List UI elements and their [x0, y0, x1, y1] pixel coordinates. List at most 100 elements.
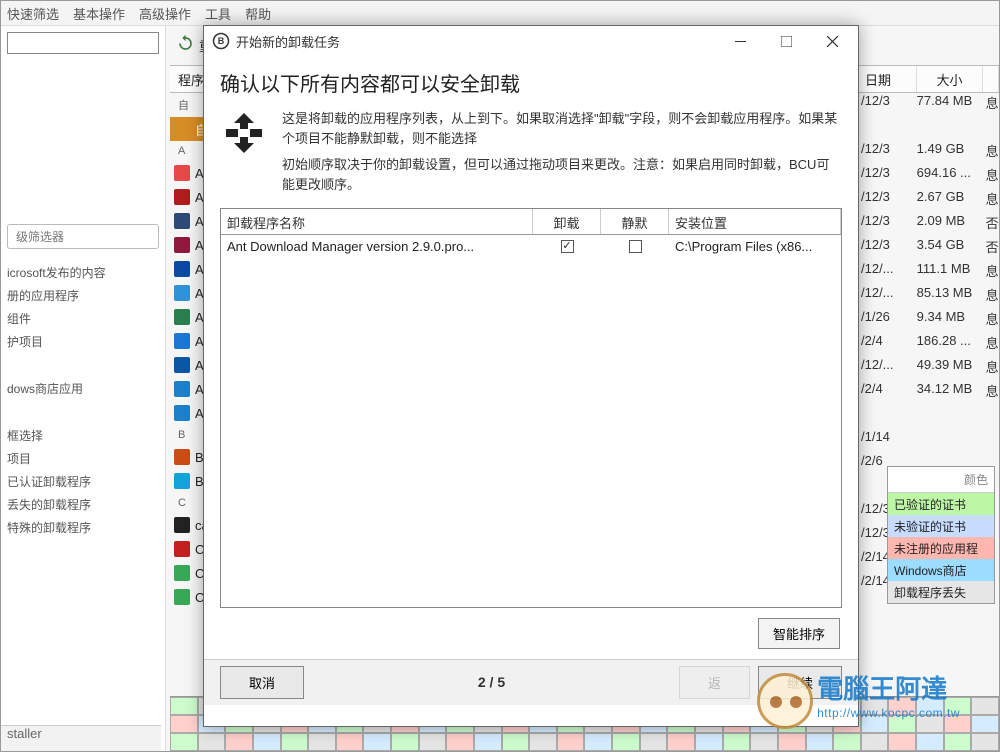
- next-button[interactable]: 继续: [758, 666, 842, 699]
- treemap-cell[interactable]: [198, 733, 226, 751]
- table-row[interactable]: /12/...85.13 MB息: [859, 285, 999, 309]
- uninstall-task-icon: [220, 109, 268, 157]
- table-row[interactable]: /12/32.67 GB息: [859, 189, 999, 213]
- treemap-cell[interactable]: [170, 733, 198, 751]
- filter-item[interactable]: icrosoft发布的内容: [7, 261, 159, 284]
- treemap-cell[interactable]: [584, 733, 612, 751]
- step-indicator: 2 / 5: [304, 674, 679, 690]
- table-row[interactable]: [859, 117, 999, 141]
- filter-item[interactable]: 项目: [7, 447, 159, 470]
- left-panel: 级筛选器 icrosoft发布的内容 册的应用程序 组件 护项目 dows商店应…: [1, 26, 166, 751]
- table-row[interactable]: /1/269.34 MB息: [859, 309, 999, 333]
- filter-item[interactable]: 册的应用程序: [7, 284, 159, 307]
- search-input[interactable]: [7, 32, 159, 54]
- filter-item[interactable]: 组件: [7, 307, 159, 330]
- treemap-cell[interactable]: [502, 733, 530, 751]
- treemap-cell[interactable]: [474, 733, 502, 751]
- treemap-cell[interactable]: [419, 733, 447, 751]
- table-row[interactable]: /12/...49.39 MB息: [859, 357, 999, 381]
- filter-item[interactable]: dows商店应用: [7, 377, 159, 400]
- treemap-cell[interactable]: [363, 733, 391, 751]
- filter-item[interactable]: 框选择: [7, 424, 159, 447]
- table-row[interactable]: /2/434.12 MB息: [859, 381, 999, 405]
- menu-help[interactable]: 帮助: [245, 4, 271, 23]
- column-header-size[interactable]: 大小: [917, 66, 983, 92]
- treemap-cell[interactable]: [916, 697, 944, 715]
- treemap-cell[interactable]: [336, 733, 364, 751]
- table-row[interactable]: /12/3694.16 ...息: [859, 165, 999, 189]
- filter-list: icrosoft发布的内容 册的应用程序 组件 护项目 dows商店应用 框选择…: [1, 261, 165, 539]
- table-row[interactable]: /12/32.09 MB否: [859, 213, 999, 237]
- treemap-cell[interactable]: [446, 733, 474, 751]
- treemap-cell[interactable]: [529, 733, 557, 751]
- treemap-cell[interactable]: [971, 697, 999, 715]
- treemap-cell[interactable]: [888, 697, 916, 715]
- col-silent[interactable]: 静默: [601, 209, 669, 234]
- treemap-cell[interactable]: [888, 733, 916, 751]
- treemap-cell[interactable]: [750, 733, 778, 751]
- col-install-location[interactable]: 安装位置: [669, 209, 841, 234]
- column-header-date[interactable]: 日期: [859, 66, 917, 92]
- legend-unregistered: 未注册的应用程: [888, 537, 994, 559]
- cancel-button[interactable]: 取消: [220, 666, 304, 699]
- table-row[interactable]: /1/14: [859, 429, 999, 453]
- table-row[interactable]: /2/4186.28 ...息: [859, 333, 999, 357]
- filter-item[interactable]: 护项目: [7, 330, 159, 353]
- treemap-cell[interactable]: [281, 733, 309, 751]
- treemap-cell[interactable]: [308, 733, 336, 751]
- treemap-cell[interactable]: [667, 733, 695, 751]
- treemap-cell[interactable]: [806, 733, 834, 751]
- advanced-filter-button[interactable]: 级筛选器: [7, 224, 159, 249]
- table-row[interactable]: /12/...111.1 MB息: [859, 261, 999, 285]
- menu-advanced-ops[interactable]: 高级操作: [139, 4, 191, 23]
- treemap-cell[interactable]: [723, 733, 751, 751]
- close-button[interactable]: [810, 28, 854, 54]
- treemap-cell[interactable]: [888, 715, 916, 733]
- treemap-cell[interactable]: [253, 733, 281, 751]
- treemap-cell[interactable]: [170, 715, 198, 733]
- treemap-cell[interactable]: [944, 715, 972, 733]
- minimize-button[interactable]: [718, 28, 762, 54]
- treemap-cell[interactable]: [612, 733, 640, 751]
- treemap-cell[interactable]: [391, 733, 419, 751]
- treemap-cell[interactable]: [971, 715, 999, 733]
- refresh-icon[interactable]: [176, 34, 195, 56]
- menu-tools[interactable]: 工具: [205, 4, 231, 23]
- app-icon: [174, 589, 190, 605]
- col-uninstall[interactable]: 卸载: [533, 209, 601, 234]
- col-uninstall-name[interactable]: 卸载程序名称: [221, 209, 533, 234]
- treemap-cell[interactable]: [225, 733, 253, 751]
- treemap-cell[interactable]: [170, 697, 198, 715]
- svg-text:B: B: [218, 36, 225, 46]
- treemap-cell[interactable]: [557, 733, 585, 751]
- column-header-extra[interactable]: [983, 66, 999, 92]
- treemap-cell[interactable]: [640, 733, 668, 751]
- row-silent-checkbox[interactable]: [629, 240, 642, 253]
- treemap-cell[interactable]: [833, 733, 861, 751]
- treemap-cell[interactable]: [861, 697, 889, 715]
- filter-item[interactable]: 特殊的卸载程序: [7, 516, 159, 539]
- treemap-cell[interactable]: [861, 715, 889, 733]
- table-row[interactable]: [859, 405, 999, 429]
- dialog-titlebar: B 开始新的卸载任务: [204, 26, 858, 56]
- table-row[interactable]: /12/31.49 GB息: [859, 141, 999, 165]
- table-row[interactable]: Ant Download Manager version 2.9.0.pro..…: [221, 235, 841, 259]
- filter-item[interactable]: 丢失的卸载程序: [7, 493, 159, 516]
- treemap-cell[interactable]: [944, 697, 972, 715]
- treemap-cell[interactable]: [695, 733, 723, 751]
- treemap-cell[interactable]: [861, 733, 889, 751]
- treemap-cell[interactable]: [916, 733, 944, 751]
- treemap-cell[interactable]: [778, 733, 806, 751]
- smart-sort-button[interactable]: 智能排序: [758, 618, 840, 649]
- treemap-cell[interactable]: [944, 733, 972, 751]
- treemap-cell[interactable]: [971, 733, 999, 751]
- row-uninstall-checkbox[interactable]: [561, 240, 574, 253]
- menu-basic-ops[interactable]: 基本操作: [73, 4, 125, 23]
- maximize-button[interactable]: [764, 28, 808, 54]
- filter-item[interactable]: 已认证卸载程序: [7, 470, 159, 493]
- treemap-cell[interactable]: [916, 715, 944, 733]
- menu-quickfilter[interactable]: 快速筛选: [7, 4, 59, 23]
- back-button[interactable]: 返: [679, 666, 750, 699]
- table-row[interactable]: /12/377.84 MB息: [859, 93, 999, 117]
- table-row[interactable]: /12/33.54 GB否: [859, 237, 999, 261]
